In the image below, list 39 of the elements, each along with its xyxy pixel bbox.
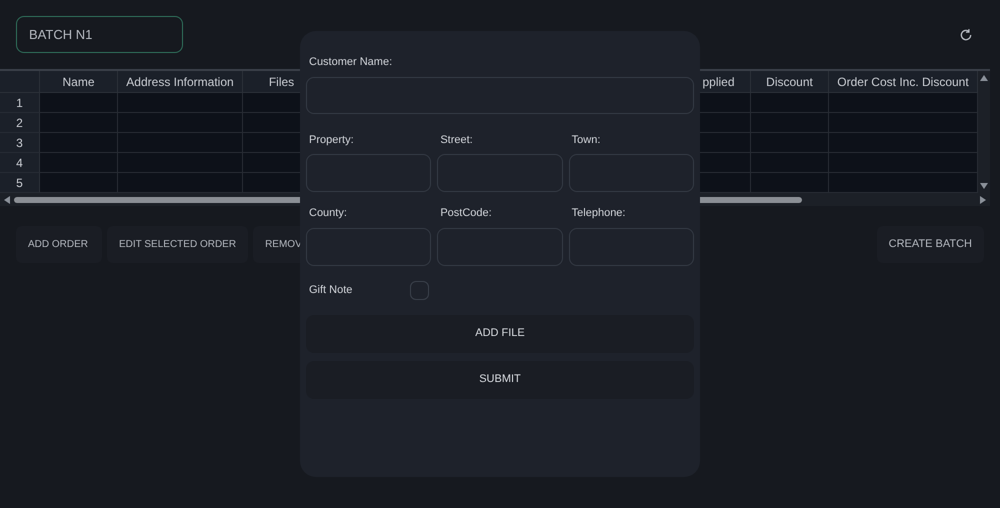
- field-label: PostCode:: [440, 206, 493, 221]
- dialog-button[interactable]: SUBMIT: [306, 360, 694, 398]
- row-number: 2: [16, 114, 23, 132]
- input-field[interactable]: [437, 154, 563, 192]
- dialog-button[interactable]: ADD FILE: [306, 314, 694, 352]
- scroll-up-icon[interactable]: [980, 75, 988, 81]
- refresh-icon[interactable]: [959, 28, 973, 42]
- input-field[interactable]: [306, 228, 432, 266]
- column-header: Address Information: [126, 74, 234, 90]
- batch-name-field[interactable]: BATCH N1: [16, 16, 183, 53]
- field-label: Town:: [572, 132, 602, 148]
- input-field[interactable]: [306, 76, 694, 114]
- action-button[interactable]: EDIT SELECTED ORDER: [107, 226, 248, 263]
- input-field[interactable]: [306, 154, 432, 192]
- create-batch-button[interactable]: CREATE BATCH: [876, 226, 984, 263]
- column-header: Discount: [766, 74, 813, 90]
- field-label: County:: [309, 206, 348, 221]
- field-label: Customer Name:: [309, 55, 394, 70]
- field-label: Street:: [440, 132, 474, 148]
- field-label: Property:: [309, 132, 355, 148]
- column-header: Files: [268, 74, 294, 90]
- field-label: Telephone:: [572, 206, 626, 221]
- gift-note-label: Gift Note: [309, 282, 354, 298]
- column-header: Name: [62, 74, 94, 90]
- column-header: pplied: [702, 74, 735, 90]
- scroll-left-icon[interactable]: [4, 196, 10, 204]
- row-number: 4: [16, 154, 23, 172]
- input-field[interactable]: [437, 228, 563, 266]
- vertical-scrollbar[interactable]: [978, 71, 990, 193]
- row-number: 5: [16, 174, 23, 192]
- column-header: Order Cost Inc. Discount: [837, 74, 969, 90]
- gift-note-checkbox[interactable]: [410, 280, 429, 300]
- input-field[interactable]: [568, 154, 694, 192]
- input-field[interactable]: [568, 228, 694, 266]
- scroll-down-icon[interactable]: [980, 183, 988, 189]
- row-number: 3: [16, 134, 23, 152]
- row-number: 1: [16, 94, 23, 112]
- scroll-right-icon[interactable]: [980, 196, 986, 204]
- action-button[interactable]: ADD ORDER: [16, 226, 102, 263]
